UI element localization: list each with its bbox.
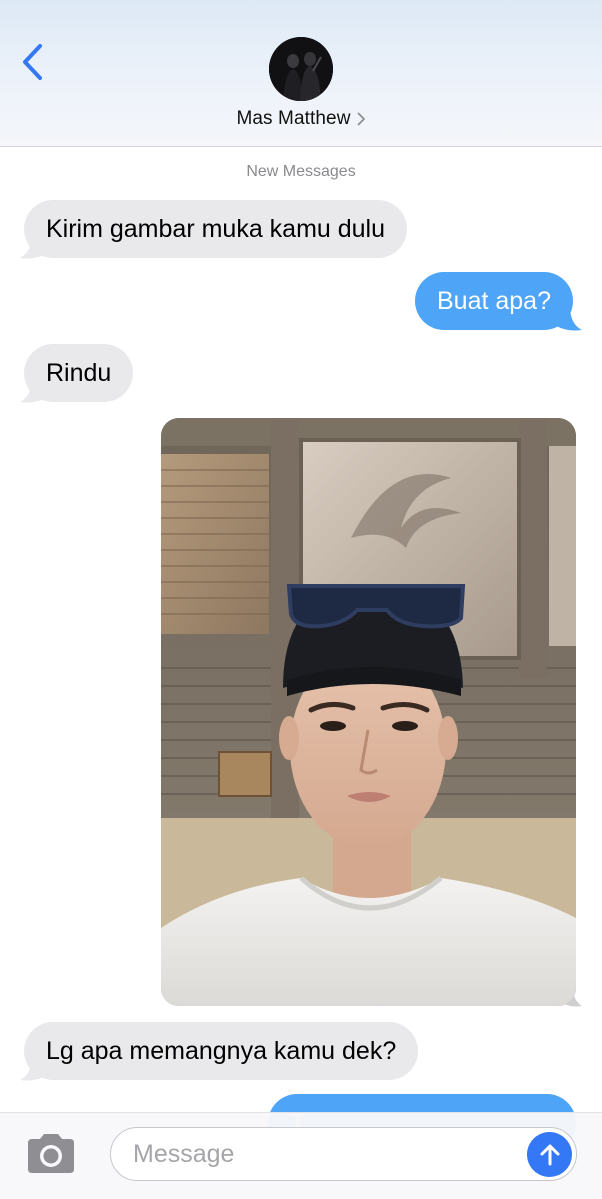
message-input[interactable] (110, 1127, 577, 1181)
message-bubble-incoming[interactable]: Lg apa memangnya kamu dek? (24, 1022, 419, 1080)
message-text: Rindu (46, 359, 112, 387)
message-text: Lg apa memangnya kamu dek? (46, 1037, 397, 1065)
contact-name-button[interactable]: Mas Matthew (0, 106, 602, 132)
arrow-up-icon (540, 1144, 559, 1165)
send-button[interactable] (527, 1132, 572, 1177)
new-messages-divider: New Messages (246, 163, 356, 180)
chevron-right-icon (357, 112, 365, 126)
conversation-header: Mas Matthew (0, 0, 602, 147)
photo-message[interactable] (161, 418, 576, 1006)
camera-button[interactable] (24, 1131, 78, 1177)
message-bubble-incoming[interactable]: Rindu (24, 344, 134, 402)
back-button[interactable] (14, 38, 50, 86)
contact-avatar[interactable] (269, 37, 333, 101)
contact-name: Mas Matthew (236, 108, 351, 129)
chevron-left-icon (23, 44, 42, 80)
camera-icon (28, 1134, 74, 1173)
message-composer (0, 1112, 602, 1199)
message-text: Kirim gambar muka kamu dulu (46, 215, 386, 243)
message-text: Buat apa? (437, 287, 551, 315)
avatar-photo (269, 37, 333, 101)
message-bubble-incoming[interactable]: Kirim gambar muka kamu dulu (24, 200, 408, 258)
message-bubble-outgoing[interactable]: Buat apa? (415, 272, 573, 330)
selfie-image (161, 418, 576, 1006)
messages-screen: Mas Matthew New Messages Kirim gambar mu… (0, 0, 602, 1199)
